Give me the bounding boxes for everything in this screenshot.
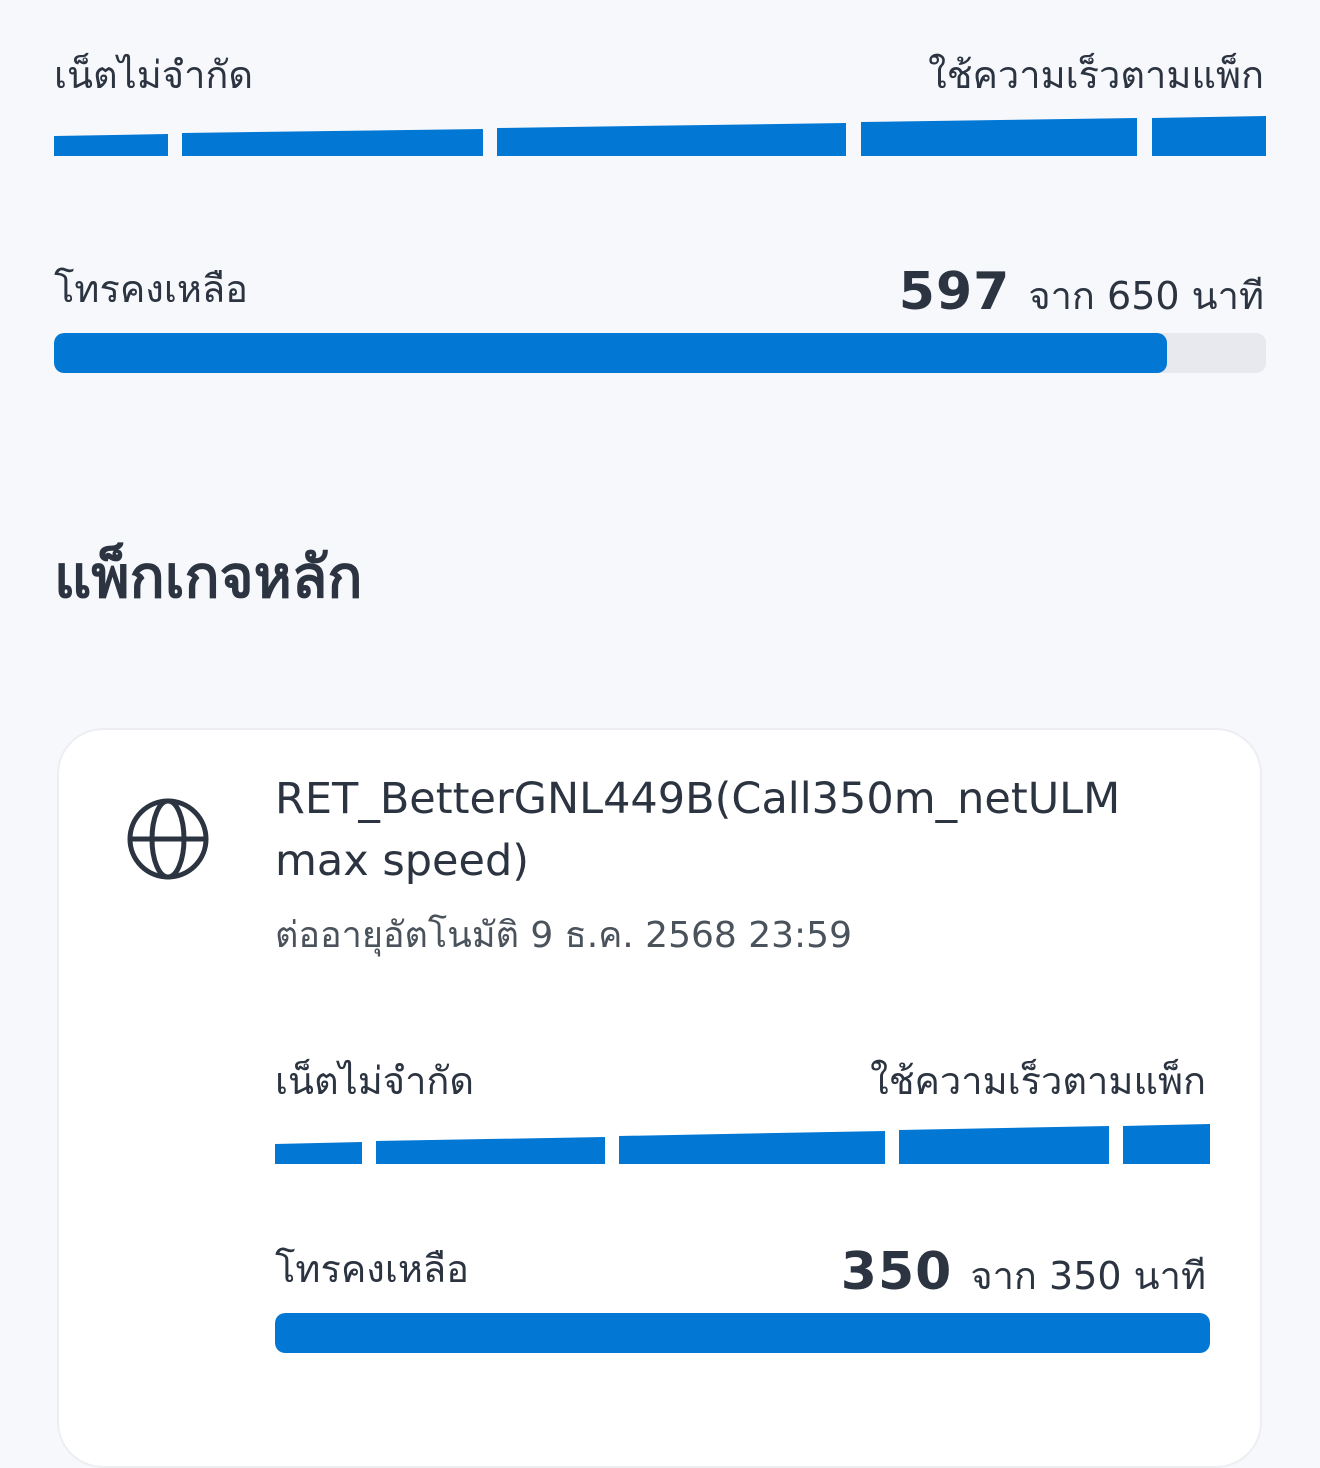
voice-amount: 350 จาก 350 นาที [841,1242,1206,1306]
data-label: เน็ตไม่จำกัด [54,53,254,97]
voice-progress-bar [54,333,1266,373]
speed-segment [376,1137,605,1164]
voice-amount: 597 จาก 650 นาที [899,262,1264,326]
unlimited-speed-bar [54,116,1266,156]
speed-label: ใช้ความเร็วตามแพ็ก [870,1059,1206,1103]
speed-segment [619,1131,885,1164]
voice-remaining: 597 [898,262,1011,322]
voice-progress-bar [275,1313,1210,1353]
main-package-card[interactable]: RET_BetterGNL449B(Call350m_netULM max sp… [57,728,1262,1468]
speed-segment [182,129,483,156]
voice-remaining: 350 [840,1242,953,1302]
speed-segment [1152,116,1266,156]
section-title: แพ็กเกจหลัก [54,543,363,611]
renewal-date: ต่ออายุอัตโนมัติ 9 ธ.ค. 2568 23:59 [275,915,852,956]
voice-progress-fill [54,333,1167,373]
unlimited-speed-bar [275,1124,1210,1164]
speed-segment [54,134,168,156]
voice-label: โทรคงเหลือ [275,1247,469,1291]
speed-label: ใช้ความเร็วตามแพ็ก [928,53,1264,97]
data-label: เน็ตไม่จำกัด [275,1059,475,1103]
globe-icon [127,798,209,880]
speed-segment [1123,1124,1210,1164]
voice-total: จาก 650 นาที [1028,274,1264,318]
speed-segment [861,118,1137,156]
speed-segment [497,123,846,156]
voice-label: โทรคงเหลือ [54,267,248,311]
speed-segment [899,1126,1109,1164]
voice-total: จาก 350 นาที [970,1254,1206,1298]
speed-segment [275,1142,362,1164]
voice-progress-fill [275,1313,1210,1353]
package-name: RET_BetterGNL449B(Call350m_netULM max sp… [275,774,1121,886]
